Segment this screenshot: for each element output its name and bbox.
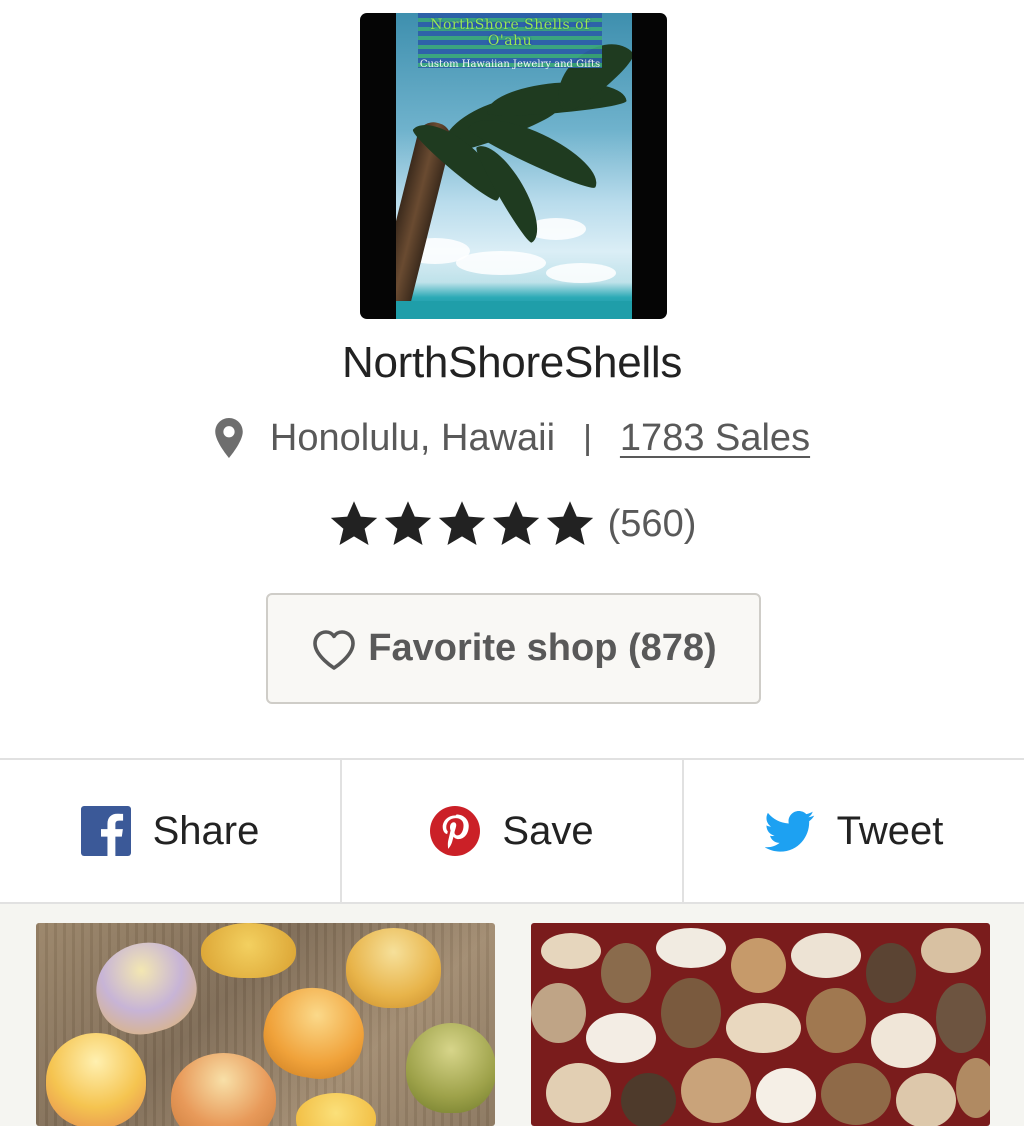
share-bar: Share Save Tweet	[0, 758, 1024, 904]
logo-subtitle: Custom Hawaiian Jewelry and Gifts	[419, 59, 601, 70]
review-count[interactable]: (560)	[608, 503, 697, 546]
facebook-share-button[interactable]: Share	[0, 760, 342, 902]
twitter-icon	[764, 811, 814, 852]
star-icon	[438, 501, 485, 546]
heart-icon	[313, 629, 356, 670]
tweet-label: Tweet	[836, 808, 944, 853]
pinterest-save-button[interactable]: Save	[342, 760, 684, 902]
logo-banner: NorthShore Shells of O'ahu Custom Hawaii…	[418, 13, 602, 70]
pin-icon	[215, 418, 243, 458]
star-icon	[330, 501, 377, 546]
shop-meta: Honolulu, Hawaii | 1783 Sales	[0, 410, 1024, 466]
shop-logo[interactable]: NorthShore Shells of O'ahu Custom Hawaii…	[360, 13, 667, 319]
favorite-shop-button[interactable]: Favorite shop (878)	[266, 593, 761, 704]
listings-grid	[0, 904, 1024, 1126]
pinterest-icon	[430, 806, 481, 856]
listing-image-mixed-shells[interactable]	[531, 923, 990, 1126]
palm-tree-photo: NorthShore Shells of O'ahu Custom Hawaii…	[396, 13, 632, 319]
shop-location: Honolulu, Hawaii	[269, 416, 556, 459]
shop-rating: (560)	[0, 494, 1024, 554]
twitter-tweet-button[interactable]: Tweet	[684, 760, 1024, 902]
star-icon	[492, 501, 539, 546]
favorite-shop-label: Favorite shop (878)	[368, 627, 717, 669]
star-icon	[546, 501, 593, 546]
logo-title: NorthShore Shells of O'ahu	[430, 17, 590, 49]
facebook-icon	[80, 806, 131, 856]
listing-image-sunrise-shells[interactable]	[36, 923, 495, 1126]
star-icon	[384, 501, 431, 546]
shop-name: NorthShoreShells	[341, 338, 683, 387]
star-rating	[328, 498, 598, 550]
save-label: Save	[502, 808, 594, 853]
meta-separator: |	[583, 418, 592, 457]
shop-header: NorthShore Shells of O'ahu Custom Hawaii…	[0, 0, 1024, 760]
share-label: Share	[152, 808, 260, 853]
sales-link[interactable]: 1783 Sales	[620, 417, 810, 460]
